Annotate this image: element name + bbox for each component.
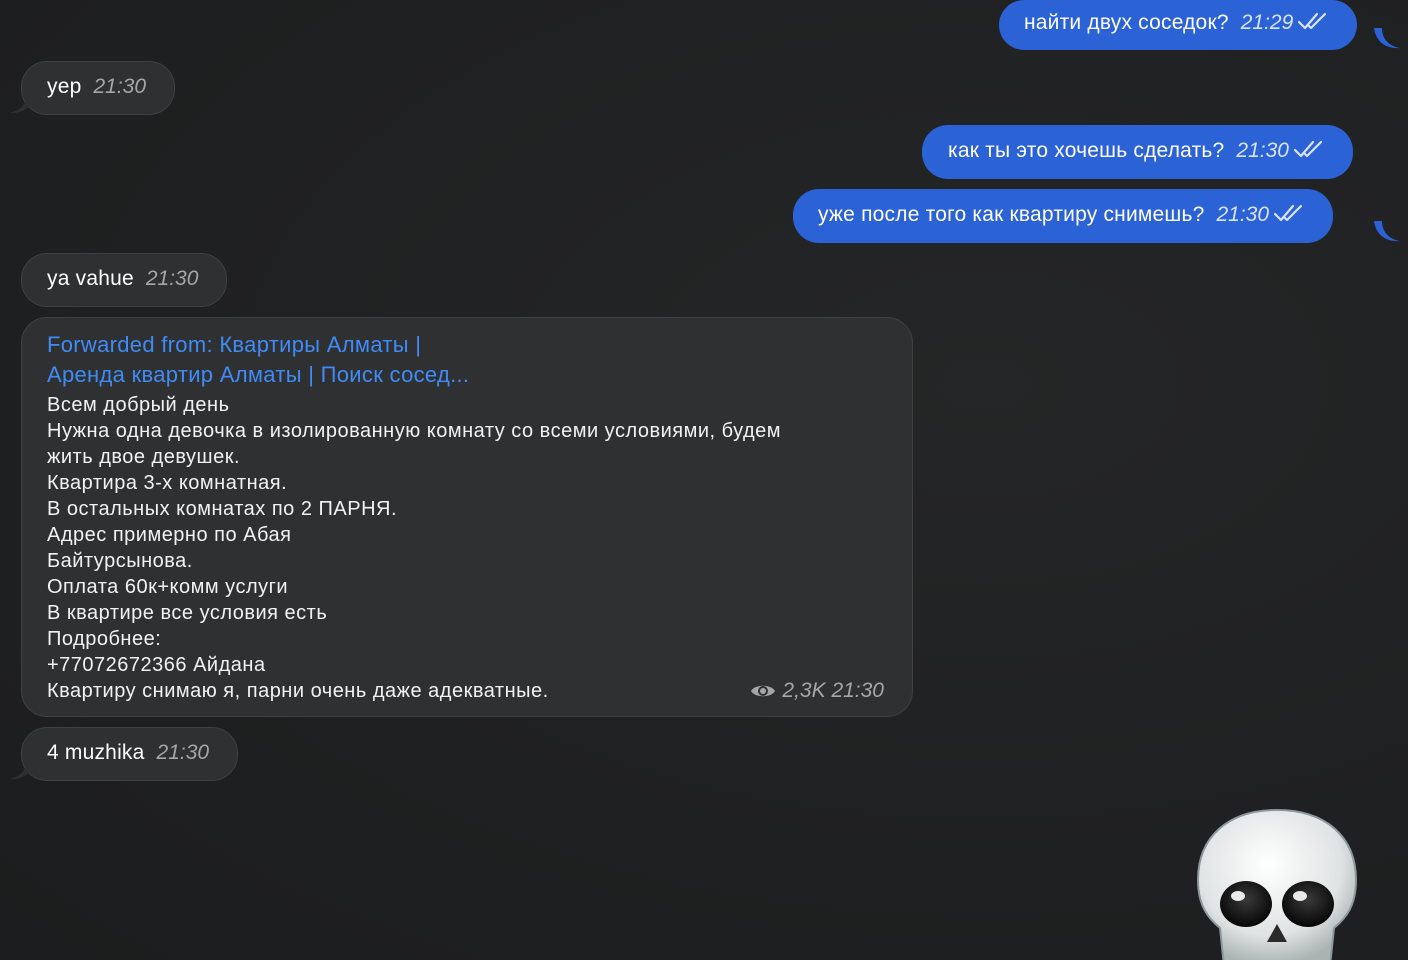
double-check-icon [1298,12,1327,30]
bubble-tail [1374,28,1400,49]
message-text: как ты это хочешь сделать? [948,139,1225,162]
message-line: Нужна одна девочка в изолированную комна… [47,420,782,442]
message-line: +77072672366 Айдана [47,654,266,676]
message-incoming[interactable]: yep 21:30 [21,61,176,115]
message-outgoing[interactable]: как ты это хочешь сделать? 21:30 [922,125,1353,179]
message-outgoing[interactable]: найти двух соседок? 21:29 [999,0,1358,50]
message-text: 4 muzhika [47,741,145,764]
bubble-tail [9,93,35,114]
double-check-icon [1293,140,1323,158]
message-text: ya vahue [47,267,134,290]
forwarded-message[interactable]: Forwarded from: Квартиры Алматы | Аренда… [21,317,913,717]
message-line: Байтурсынова. [47,550,193,572]
message-line: В квартире все условия есть [47,602,328,624]
message-time: 21:29 [1240,11,1294,34]
message-line: Подробнее: [47,628,162,650]
message-line: жить двое девушек. [47,446,241,468]
message-time: 21:30 [145,267,199,290]
message-text: найти двух соседок? [1024,11,1229,34]
message-time: 21:30 [93,75,147,98]
forwarded-body: Всем добрый день Нужна одна девочка в из… [47,392,886,704]
message-line: Всем добрый день [47,394,230,416]
view-count: 2,3K [782,679,826,702]
bubble-tail [1374,221,1400,242]
message-line: В остальных комнатах по 2 ПАРНЯ. [47,498,398,520]
message-time: 21:30 [1236,139,1289,162]
forwarded-header[interactable]: Forwarded from: Квартиры Алматы | Аренда… [47,330,886,390]
message-time: 21:30 [156,741,210,764]
skull-icon[interactable] [1194,806,1360,960]
message-meta: 2,3K 21:30 [750,678,884,704]
message-time: 21:30 [1216,203,1270,226]
message-text: уже после того как квартиру снимешь? [818,203,1205,226]
double-check-icon [1273,204,1303,222]
message-text: yep [47,75,82,98]
message-outgoing[interactable]: уже после того как квартиру снимешь? 21:3… [793,189,1334,243]
message-time: 21:30 [831,679,884,702]
forwarded-source-link[interactable]: Квартиры Алматы | [219,332,421,357]
eye-icon [751,685,776,697]
forwarded-prefix: Forwarded from: [47,332,213,357]
message-line: Оплата 60к+комм услуги [47,576,289,598]
message-incoming[interactable]: ya vahue 21:30 [21,253,228,307]
message-line: Квартира 3-х комнатная. [47,472,288,494]
bubble-tail [9,759,35,780]
chat-area: найти двух соседок? 21:29 yep 21:30 как ты… [0,0,1408,960]
message-incoming[interactable]: 4 muzhika 21:30 [21,727,239,781]
message-line: Адрес примерно по Абая [47,524,292,546]
forwarded-source-link[interactable]: Аренда квартир Алматы | Поиск сосед... [47,362,469,387]
